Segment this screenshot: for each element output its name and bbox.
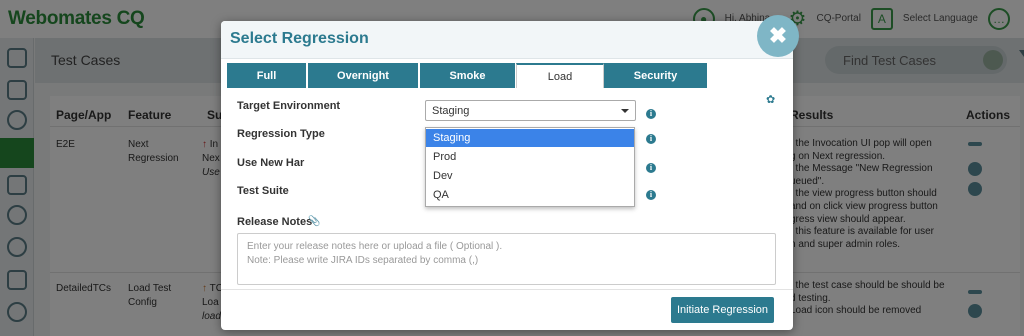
test-suite-label: Test Suite [237, 185, 289, 197]
notes-placeholder-line: Note: Please write JIRA IDs separated by… [247, 255, 479, 266]
info-icon[interactable]: i [646, 134, 656, 144]
tab-full[interactable]: Full [227, 63, 307, 88]
environment-select[interactable]: Staging [425, 100, 636, 121]
info-icon[interactable]: i [646, 109, 656, 119]
use-new-har-label: Use New Har [237, 157, 305, 169]
release-notes-textarea[interactable]: Enter your release notes here or upload … [237, 233, 776, 285]
tab-security[interactable]: Security [604, 63, 708, 88]
chevron-down-icon [621, 109, 629, 113]
attachment-icon[interactable]: 📎 [308, 216, 320, 227]
close-icon[interactable]: ✖ [757, 15, 799, 57]
modal-title: Select Regression [230, 30, 369, 47]
dropdown-option-qa[interactable]: QA [426, 186, 634, 204]
select-regression-modal: Select Regression ✖ Full Overnight Smoke… [221, 15, 799, 330]
initiate-regression-button[interactable]: Initiate Regression [671, 297, 774, 323]
dropdown-option-dev[interactable]: Dev [426, 167, 634, 185]
modal-footer-divider [221, 289, 793, 290]
tab-overnight[interactable]: Overnight [308, 63, 419, 88]
gear-icon[interactable]: ✿ [766, 93, 775, 106]
modal-header: Select Regression [221, 21, 793, 59]
tab-smoke[interactable]: Smoke [420, 63, 516, 88]
environment-dropdown: Staging Prod Dev QA [425, 127, 635, 207]
info-icon[interactable]: i [646, 190, 656, 200]
notes-placeholder-line: Enter your release notes here or upload … [247, 241, 503, 252]
dropdown-option-staging[interactable]: Staging [426, 129, 634, 147]
environment-select-value: Staging [432, 105, 470, 117]
tab-load[interactable]: Load [516, 63, 604, 88]
dropdown-option-prod[interactable]: Prod [426, 148, 634, 166]
info-icon[interactable]: i [646, 163, 656, 173]
target-environment-label: Target Environment [237, 100, 341, 112]
release-notes-label: Release Notes [237, 216, 313, 228]
regression-type-label: Regression Type [237, 128, 325, 140]
